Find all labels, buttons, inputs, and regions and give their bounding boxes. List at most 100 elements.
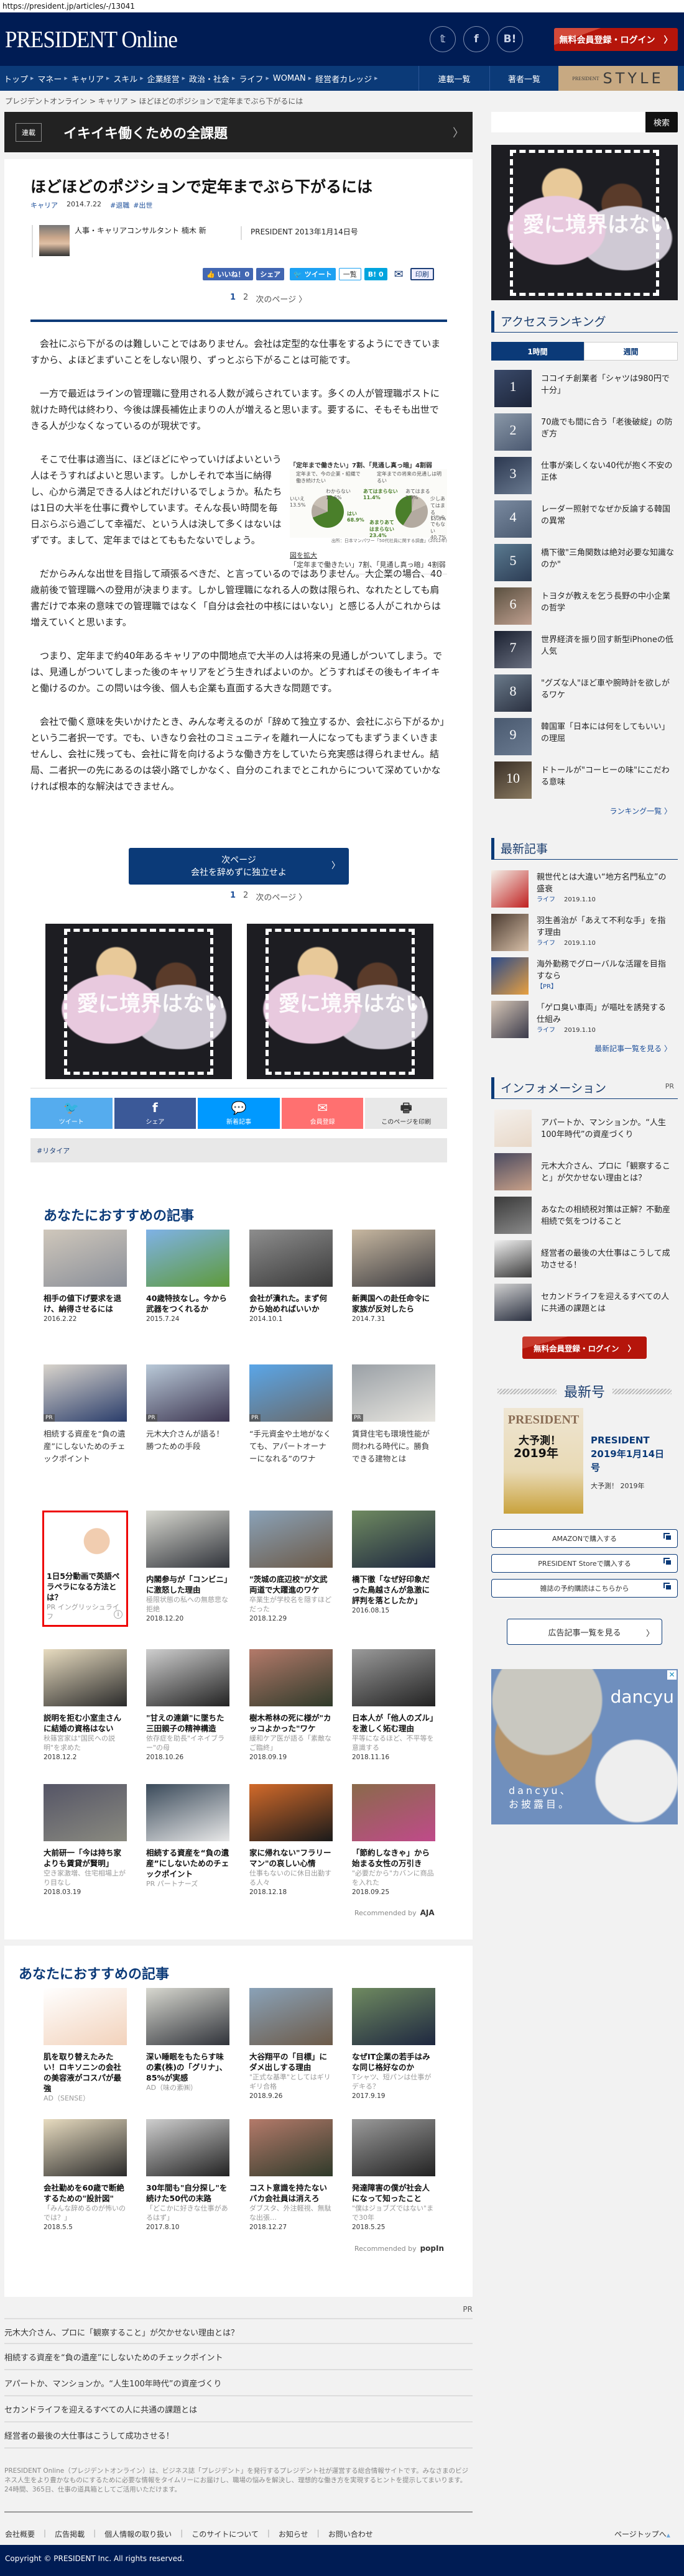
ranking-item[interactable]: 10 ドトールが"コーヒーの味"にこだわる意味 [494, 761, 678, 799]
recommended-article[interactable]: "茨城の底辺校"が文武両道で大躍進のワケ 卒業生が学校名を隠すほどだった 2018.… [249, 1511, 333, 1622]
hatena-bookmark-icon[interactable]: B! [497, 26, 523, 52]
recommended-article[interactable]: PR 賃貸住宅も環境性能が問われる時代に。勝負できる建物とは [352, 1364, 435, 1465]
like-button[interactable]: 👍 いいね！0 [203, 268, 254, 280]
ad-articles-button[interactable]: 広告記事一覧を見る 〉 [507, 1619, 662, 1645]
page-2[interactable]: 2 [243, 891, 248, 903]
print-button[interactable]: 印刷 [410, 268, 434, 280]
recommended-article[interactable]: コスト意識を持たないバカ会社員は消えろ ダブスタ、外注軽視、無駄な出張… 2018.… [249, 2119, 333, 2231]
latest-item[interactable]: 「ゲロ臭い車両」が嘔吐を誘発する仕組み ライフ 2019.1.10 [491, 1001, 675, 1038]
popin-logo[interactable]: popIn [420, 2244, 444, 2253]
recommended-article[interactable]: 会社が潰れた。まず何から始めればいいか 2014.10.1 [249, 1230, 333, 1323]
recommended-article[interactable]: 新興国への赴任命令に家族が反対したら 2014.7.31 [352, 1230, 435, 1323]
info-item[interactable]: セカンドライフを迎えるすべての人に共通の課題とは [494, 1284, 678, 1321]
pr-list-item[interactable]: セカンドライフを迎えるすべての人に共通の課題とは [4, 2396, 473, 2422]
pr-list-item[interactable]: 相続する資産を“負の遺産”にしないためのチェックポイント [4, 2344, 473, 2370]
recommended-article[interactable]: 家に帰れない"フラリーマン"の哀しい心情 仕事もないのに休日出勤する人々 2018.… [249, 1784, 333, 1896]
site-logo[interactable]: PRESIDENT Online [5, 26, 178, 53]
page-1[interactable]: 1 [230, 891, 236, 903]
nav-item[interactable]: スキル ▶ [113, 73, 143, 85]
figure-pie-charts[interactable]: 定年まで、今の企業・組織で働き続けたい 定年までの将来の見通しは明るい いいえ … [290, 469, 447, 540]
latest-item[interactable]: 親世代とは大違い“地方名門私立”の盛衰 ライフ 2019.1.10 [491, 870, 675, 908]
search-input[interactable] [491, 112, 645, 132]
ranking-item[interactable]: 1 ココイチ創業者「シャツは980円で十分」 [494, 370, 678, 407]
nav-item[interactable]: 企業経営 ▶ [147, 73, 185, 85]
recommended-article[interactable]: 肌を取り替えたみたい！ロキソニンの会社の美容液がコスパが最強 AD（SENSE） [44, 1988, 127, 2103]
recommended-article[interactable]: 樹木希林の死に様が"カッコよかった"ワケ 緩和ケア医が語る「素敵なご臨終」 2018… [249, 1649, 333, 1761]
page-2[interactable]: 2 [243, 293, 248, 305]
sidebar-ad-banner[interactable]: 愛に境界はない [491, 145, 678, 300]
url-bar[interactable]: https://president.jp/articles/-/13041 [0, 0, 684, 12]
recommended-article[interactable]: 30年間も"自分探し"を続けた50代の末路 「どこかに好きな仕事があるはず」 201… [146, 2119, 229, 2231]
breadcrumb[interactable]: プレジデントオンライン > キャリア > ほどほどのポジションで定年までぶら下が… [5, 96, 303, 106]
tab-weekly[interactable]: 週間 [584, 342, 678, 361]
tag-link[interactable]: #出世 [133, 200, 152, 210]
pr-list-item[interactable]: 経営者の最後の大仕事はこうして成功させる！ [4, 2422, 473, 2449]
ranking-item[interactable]: 3 仕事が楽しくない40代が抱く不安の正体 [494, 457, 678, 494]
president-style-link[interactable]: PRESIDENT STYLE [558, 66, 678, 91]
ranking-item[interactable]: 9 韓国軍「日本には何をしてもいい」の理屈 [494, 718, 678, 755]
recommended-article[interactable]: PR 元木大介さんが語る！勝つための手段 [146, 1364, 229, 1453]
nav-authors-list[interactable]: 著者一覧 [489, 66, 558, 91]
info-item[interactable]: あなたの相続税対策は正解？不動産相続で気をつけること [494, 1197, 678, 1234]
ranking-item[interactable]: 4 レーダー照射でなぜか反論する韓国の異常 [494, 500, 678, 538]
recommended-article[interactable]: 大前研一「今は持ち家よりも賃貸が賢明」 空き家激増、住宅相場上がり目なし 2018.… [44, 1784, 127, 1896]
footer-link[interactable]: 個人情報の取り扱い [104, 2529, 172, 2539]
ranking-more-link[interactable]: ランキング一覧 〉 [560, 806, 672, 816]
tag-link[interactable]: #退職 [110, 200, 129, 210]
share-printer-button[interactable]: 🖶 このページを印刷 [365, 1098, 447, 1129]
footer-link[interactable]: このサイトについて [192, 2529, 259, 2539]
tab-hourly[interactable]: 1時間 [491, 342, 584, 361]
topic-tag-link[interactable]: #リタイア [37, 1147, 70, 1155]
recommended-article[interactable]: 内閣参与が「コンビニ」に激怒した理由 極限状態の私への無慈悲な拒絶 2018.12.… [146, 1511, 229, 1622]
recommended-article[interactable]: 「節約しなきゃ」から始まる女性の万引き "必要だから"カバンに商品を入れた 2018… [352, 1784, 435, 1896]
pr-list-item[interactable]: 元木大介さん、プロに「観察すること」が欠かせない理由とは？ [4, 2318, 473, 2344]
recommended-article[interactable]: 説明を拒む小室圭さんに結婚の資格はない 秋篠宮家は"国民への説明"を求めた 2018… [44, 1649, 127, 1761]
recommended-article[interactable]: 1日5分動画で英語ペラペラになる方法とは？ PR イングリッシュライフ i [42, 1511, 128, 1627]
tweet-button[interactable]: 🐦 ツイート [290, 268, 336, 280]
mail-icon[interactable]: ✉ [391, 268, 407, 281]
twitter-icon[interactable]: 𝕥 [430, 26, 456, 52]
amazon-buy-button[interactable]: AMAZONで購入する [491, 1529, 678, 1548]
footer-link[interactable]: お問い合わせ [328, 2529, 373, 2539]
info-item[interactable]: 元木大介さん、プロに「観察すること」が欠かせない理由とは？ [494, 1153, 678, 1190]
recommended-article[interactable]: PR “手元資金や土地がなくても、アパートオーナーになれる”のワナ [249, 1364, 333, 1465]
recommended-article[interactable]: 橋下徹「なぜ好印象だった鳥越さんが急激に評判を落としたか」 2016.08.15 [352, 1511, 435, 1614]
dancyu-ad[interactable]: dancyu dancyu、 お披露目。 ✕ [491, 1669, 678, 1824]
ranking-item[interactable]: 5 橋下徹"三角関数は絶対必要な知識なのか" [494, 544, 678, 581]
share-twitter-button[interactable]: 🐦 ツイート [30, 1098, 113, 1129]
share-mail-button[interactable]: ✉ 会員登録 [281, 1098, 364, 1129]
info-icon[interactable]: i [114, 1610, 122, 1619]
next-page-link[interactable]: 次のページ 〉 [256, 891, 307, 903]
nav-series-list[interactable]: 連載一覧 [418, 66, 489, 91]
recommended-article[interactable]: PR 相続する資産を“負の遺産”にしないためのチェックポイント [44, 1364, 127, 1465]
hatena-button[interactable]: B! 0 [364, 268, 387, 280]
recommended-article[interactable]: "甘えの連鎖"に墜ちた三田親子の精神構造 依存症を助長"イネイブラー"の母 2018… [146, 1649, 229, 1761]
latest-item[interactable]: 海外勤務でグローバルな活躍を目指すなら 【PR】 [491, 957, 675, 995]
page-top-link[interactable]: ページトップへ▲ [614, 2529, 670, 2539]
nav-item[interactable]: ライフ ▶ [239, 73, 269, 85]
ranking-item[interactable]: 8 "グズな人"ほど車や腕時計を欲しがるワケ [494, 674, 678, 712]
category-link[interactable]: キャリア [30, 200, 58, 210]
facebook-icon[interactable]: f [463, 26, 489, 52]
fb-share-button[interactable]: シェア [256, 268, 285, 280]
tweet-count[interactable]: 一覧 [338, 268, 361, 280]
recommended-article[interactable]: 発達障害の僕が社会人になって知ったこと "僕はジョブズではない"まで30年 2018… [352, 2119, 435, 2231]
search-button[interactable]: 検索 [645, 112, 678, 132]
latest-item[interactable]: 羽生善治が「あえて不利な手」を指す理由 ライフ 2019.1.10 [491, 914, 675, 951]
nav-item[interactable]: WOMAN ▶ [273, 74, 312, 83]
ranking-item[interactable]: 2 70歳でも間に合う「老後破綻」の防ぎ方 [494, 413, 678, 451]
recommended-article[interactable]: 深い睡眠をもたらす味の素(株)の「グリナ」、85%が実感 AD（味の素㈱） [146, 1988, 229, 2092]
store-buy-button[interactable]: PRESIDENT Storeで購入する [491, 1554, 678, 1573]
share-messenger-button[interactable]: 💬 新着記事 [198, 1098, 280, 1129]
ad-banner[interactable]: 愛に境界はない [45, 924, 232, 1079]
author-name[interactable]: 人事・キャリアコンサルタント 楠木 新 [75, 225, 206, 257]
recommended-article[interactable]: 日本人が「他人のズル」を激しく妬む理由 平等になるほど、不平等を意識する 2018.… [352, 1649, 435, 1761]
sidebar-login-button[interactable]: 無料会員登録・ログイン〉 [522, 1336, 647, 1359]
next-page-link[interactable]: 次のページ 〉 [256, 293, 307, 305]
footer-link[interactable]: 広告掲載 [55, 2529, 85, 2539]
magazine-cover[interactable]: PRESIDENT 大予測！ 2019年 [504, 1408, 583, 1514]
footer-link[interactable]: お知らせ [279, 2529, 308, 2539]
recommended-article[interactable]: なぜIT企業の若手はみな同じ格好なのか Tシャツ、短パンは仕事がデキる？ 2017.… [352, 1988, 435, 2100]
info-item[interactable]: 経営者の最後の大仕事はこうして成功させる！ [494, 1240, 678, 1277]
nav-item[interactable]: マネー ▶ [37, 73, 67, 85]
